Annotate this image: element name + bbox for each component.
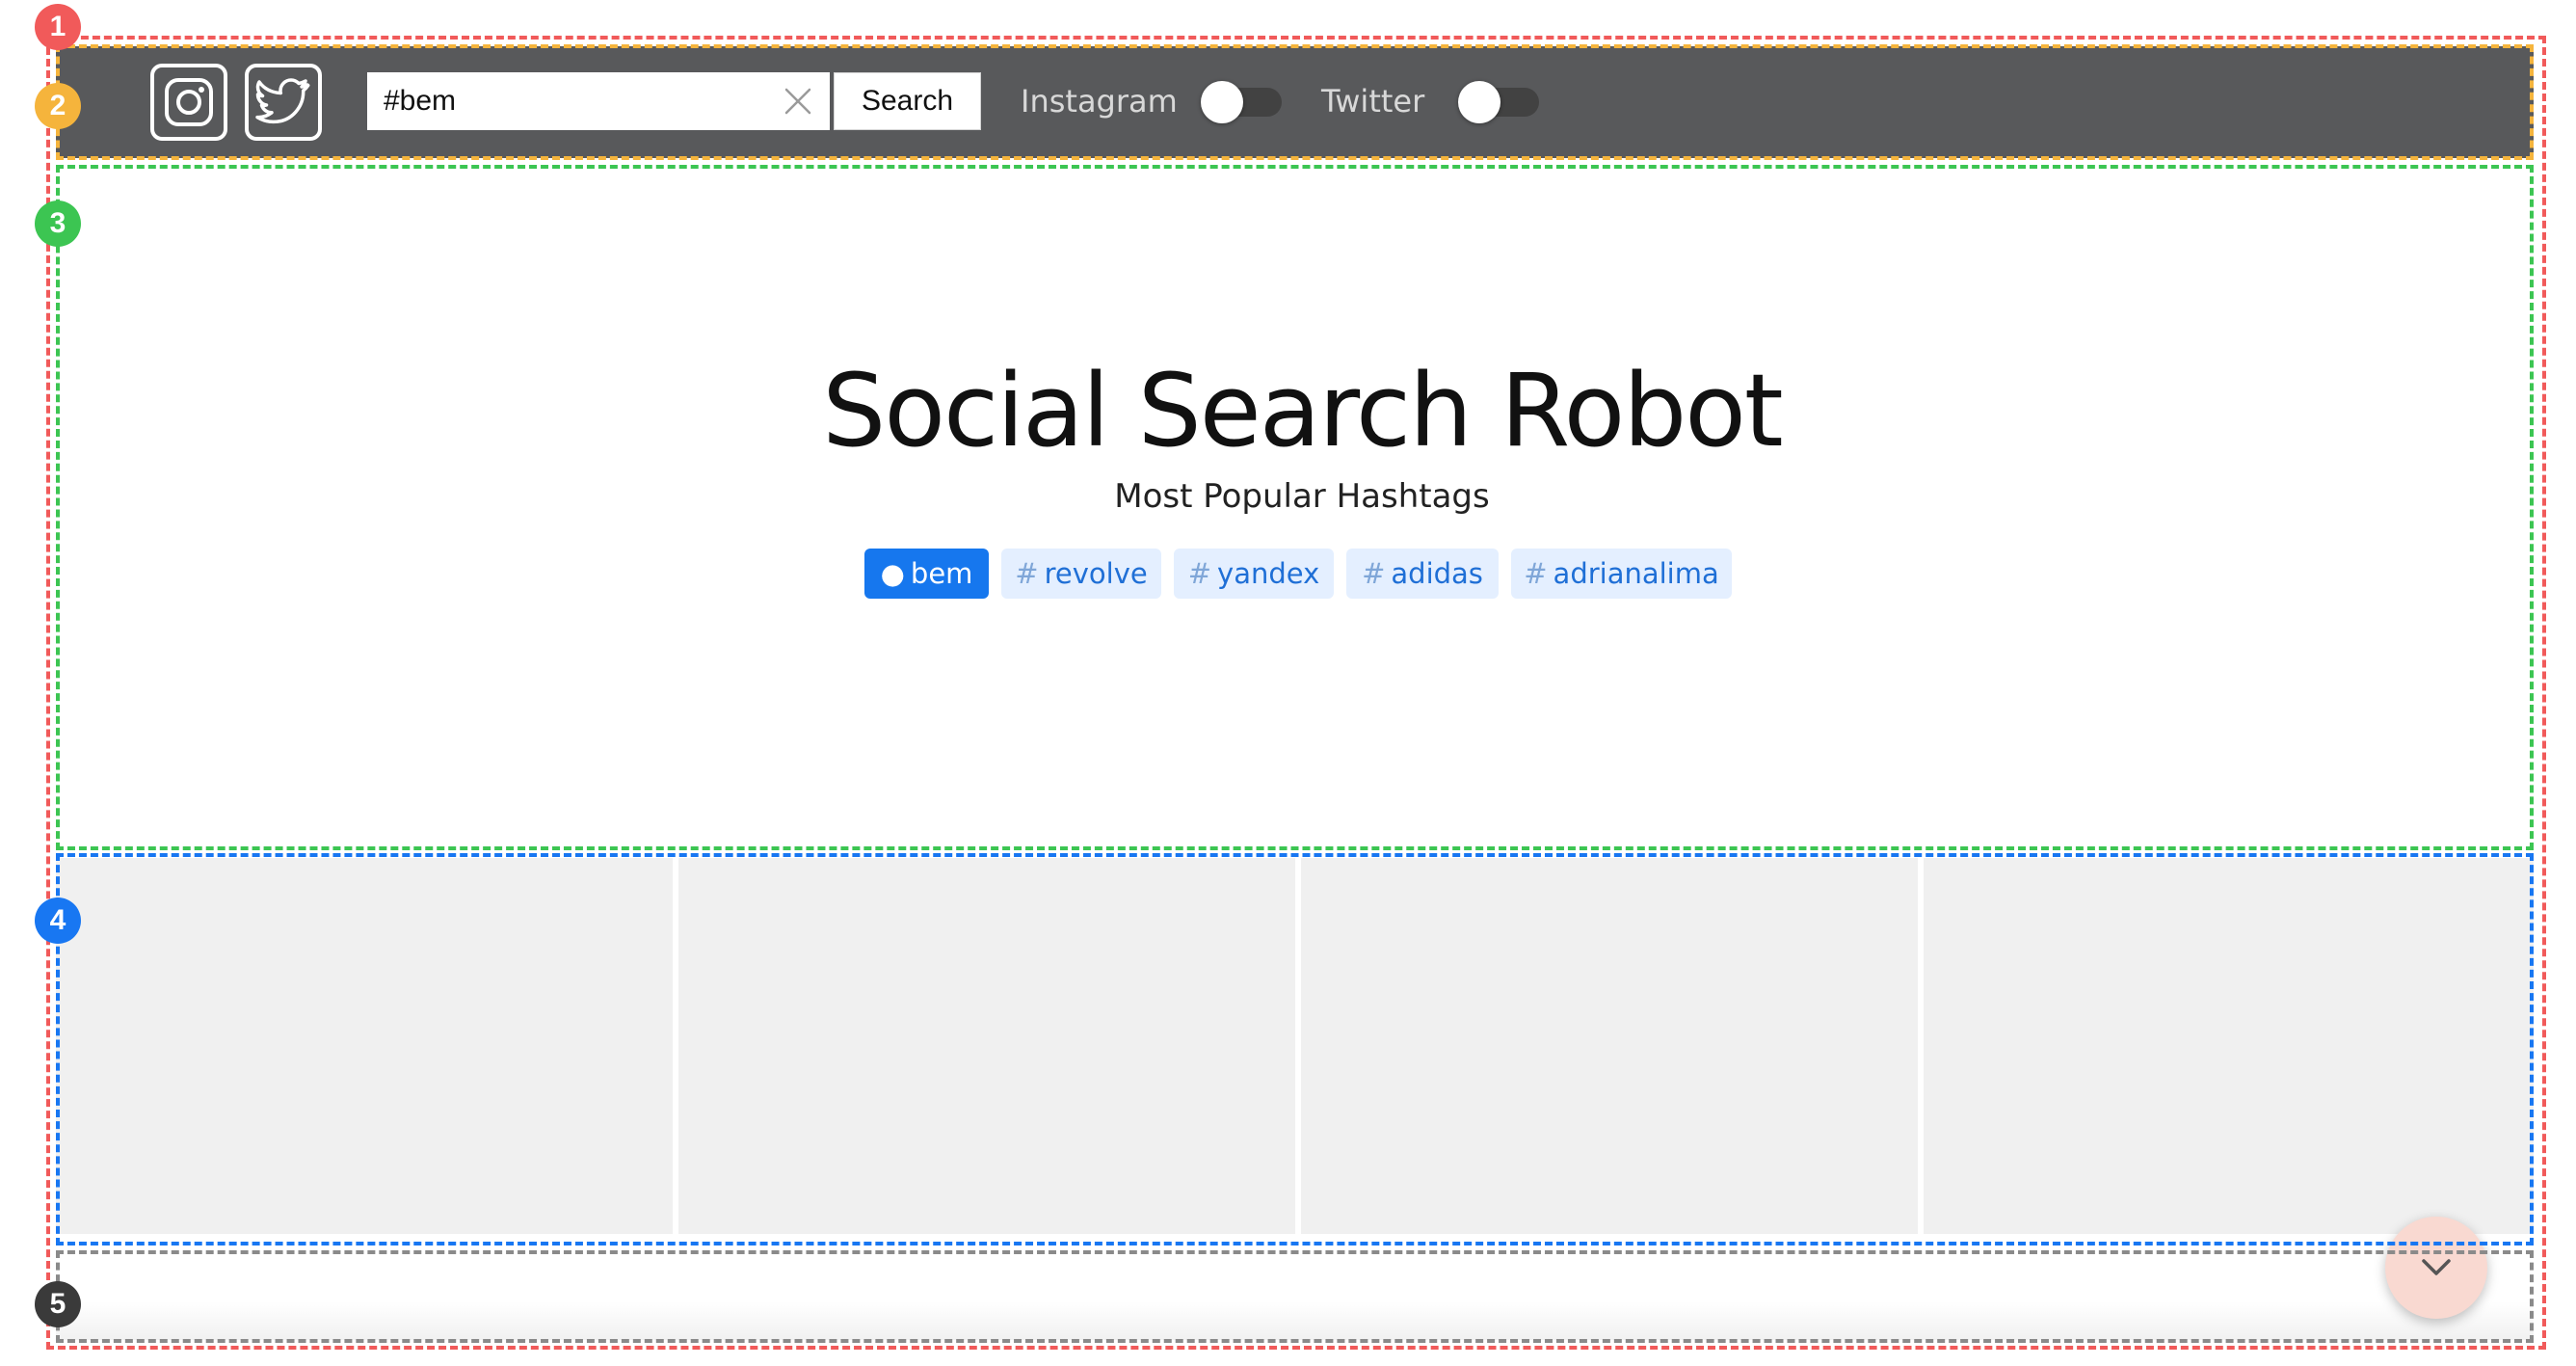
annotation-badge-1: 1 [35,4,81,50]
hashtag-label: adidas [1391,557,1483,590]
toggle-knob [1201,81,1243,123]
page-subtitle: Most Popular Hashtags [1114,477,1490,516]
page: Search Instagram Twitter Social Search R… [0,0,2576,1366]
result-tile[interactable] [678,858,1295,1234]
instagram-icon [165,78,213,126]
instagram-button[interactable] [150,64,227,141]
hash-icon: # [1524,557,1548,590]
search-input[interactable] [367,72,830,130]
hashtag-label: revolve [1044,557,1148,590]
annotation-badge-3: 3 [35,201,81,247]
twitter-icon [255,78,310,124]
instagram-toggle[interactable] [1201,81,1288,123]
hash-icon: # [1362,557,1386,590]
hashtag-label: bem [910,557,973,590]
page-title: Social Search Robot [822,352,1783,469]
hashtag-revolve[interactable]: # revolve [1001,549,1161,599]
result-tile[interactable] [56,858,673,1234]
twitter-toggle-label: Twitter [1321,83,1425,120]
hashtag-yandex[interactable]: # yandex [1174,549,1334,599]
hashtag-bem[interactable]: ● bem [864,549,989,599]
annotation-badge-4: 4 [35,897,81,944]
toggle-knob [1458,81,1500,123]
hashtag-label: yandex [1217,557,1320,590]
annotation-badge-2: 2 [35,83,81,129]
hashtag-adrianalima[interactable]: # adrianalima [1511,549,1732,599]
annotation-badge-5: 5 [35,1281,81,1327]
chevron-down-icon [2422,1259,2451,1275]
active-dot-icon: ● [880,557,905,590]
hash-icon: # [1015,557,1039,590]
twitter-toggle[interactable] [1458,81,1545,123]
result-tile[interactable] [1301,858,1918,1234]
instagram-toggle-label: Instagram [1021,83,1178,120]
footer [56,1255,2534,1340]
header-bar: Search Instagram Twitter [56,46,2534,158]
clear-search-button[interactable] [779,82,817,121]
close-icon [784,88,811,115]
search-button[interactable]: Search [834,72,981,130]
hashtag-label: adrianalima [1553,557,1719,590]
result-tile[interactable] [1924,858,2534,1234]
hash-icon: # [1187,557,1212,590]
hashtag-adidas[interactable]: # adidas [1346,549,1499,599]
scroll-down-button[interactable] [2385,1217,2487,1319]
twitter-button[interactable] [245,64,322,141]
